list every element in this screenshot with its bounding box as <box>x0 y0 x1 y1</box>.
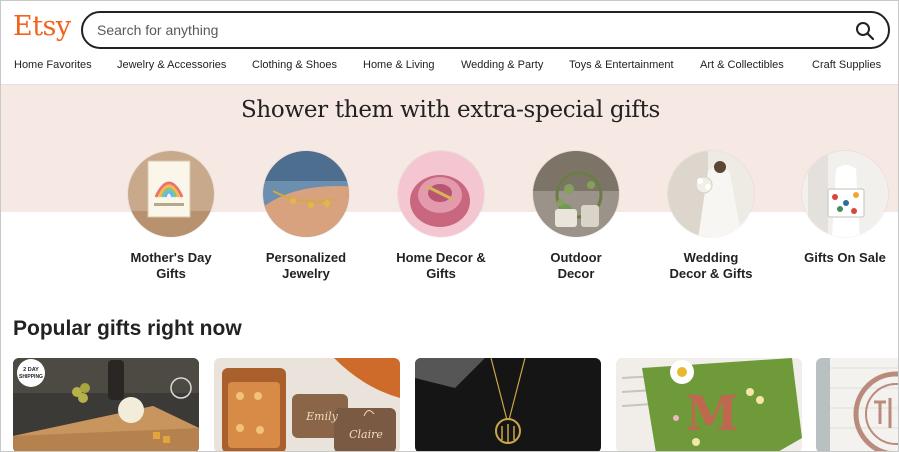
nav-jewelry-accessories[interactable]: Jewelry & Accessories <box>117 59 226 71</box>
product-card[interactable]: M <box>616 358 802 451</box>
product-image <box>415 358 601 451</box>
pillow-letter: M <box>685 386 738 442</box>
category-label: Mother's Day Gifts <box>130 250 212 281</box>
product-image: Emily Claire <box>214 358 400 451</box>
category-image <box>262 150 350 238</box>
category-home-decor-gifts[interactable]: Home Decor & Gifts <box>373 150 509 282</box>
category-outdoor-decor[interactable]: Outdoor Decor <box>508 150 644 282</box>
badge-line2: SHIPPING <box>19 374 43 380</box>
category-gifts-on-sale[interactable]: Gifts On Sale <box>777 150 898 266</box>
search-bar[interactable] <box>81 11 890 49</box>
category-image <box>397 150 485 238</box>
product-image <box>816 358 898 451</box>
box-name-claire: Claire <box>349 428 383 441</box>
category-label: Personalized Jewelry <box>265 250 347 281</box>
category-mothers-day-gifts[interactable]: Mother's Day Gifts <box>103 150 239 282</box>
product-image: M <box>616 358 802 451</box>
category-image <box>532 150 620 238</box>
nav-clothing-shoes[interactable]: Clothing & Shoes <box>252 59 337 71</box>
nav-art-collectibles[interactable]: Art & Collectibles <box>700 59 784 71</box>
nav-home-living[interactable]: Home & Living <box>363 59 435 71</box>
search-button[interactable] <box>854 20 876 42</box>
category-nav: Home Favorites Jewelry & Accessories Clo… <box>1 59 898 79</box>
category-personalized-jewelry[interactable]: Personalized Jewelry <box>238 150 374 282</box>
search-icon <box>856 22 875 41</box>
search-input[interactable] <box>97 20 817 40</box>
product-card[interactable]: 2 DAY SHIPPING <box>13 358 199 451</box>
hero-title: Shower them with extra-special gifts <box>240 97 661 123</box>
etsy-logo[interactable]: Etsy <box>13 11 71 42</box>
section-title: Popular gifts right now <box>13 317 242 340</box>
etsy-page: Etsy Home Favorites Jewelry & Accessorie… <box>0 0 899 452</box>
category-label: Home Decor & Gifts <box>396 250 486 281</box>
category-label: Wedding Decor & Gifts <box>669 250 753 281</box>
category-label: Gifts On Sale <box>804 250 886 265</box>
product-card[interactable] <box>415 358 601 451</box>
nav-home-favorites[interactable]: Home Favorites <box>14 59 92 71</box>
product-image: 2 DAY SHIPPING <box>13 358 199 451</box>
category-image <box>127 150 215 238</box>
category-wedding-decor-gifts[interactable]: Wedding Decor & Gifts <box>643 150 779 282</box>
badge-line1: 2 DAY <box>23 367 39 373</box>
category-image <box>667 150 755 238</box>
product-card[interactable] <box>816 358 898 451</box>
box-name-emily: Emily <box>305 410 338 423</box>
nav-craft-supplies[interactable]: Craft Supplies <box>812 59 881 71</box>
category-image <box>801 150 889 238</box>
nav-wedding-party[interactable]: Wedding & Party <box>461 59 543 71</box>
category-label: Outdoor Decor <box>550 250 602 281</box>
nav-toys-entertainment[interactable]: Toys & Entertainment <box>569 59 674 71</box>
product-card[interactable]: Emily Claire <box>214 358 400 451</box>
